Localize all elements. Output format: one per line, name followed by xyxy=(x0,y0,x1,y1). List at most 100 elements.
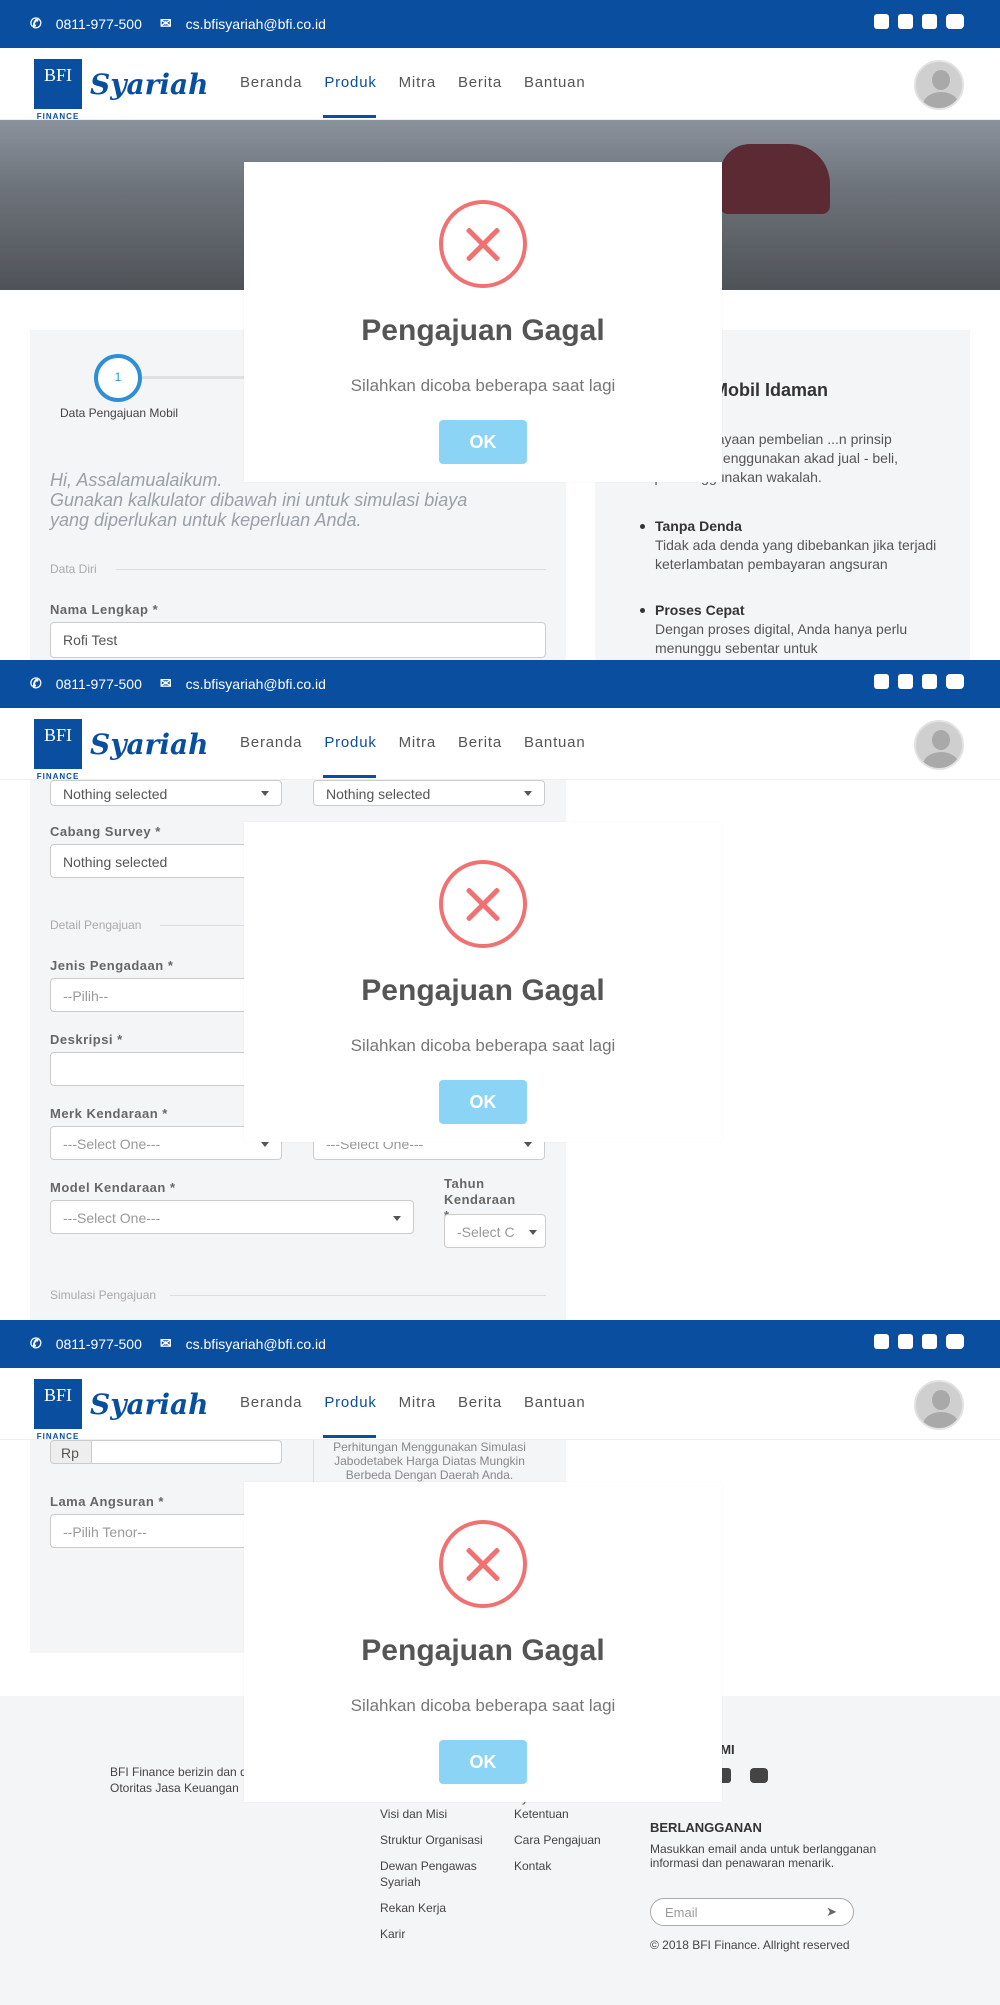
nav-bantuan[interactable]: Bantuan xyxy=(524,734,585,751)
nav-beranda[interactable]: Beranda xyxy=(240,1394,302,1411)
modal-ok-button[interactable]: OK xyxy=(439,1080,527,1124)
modal-title: Pengajuan Gagal xyxy=(361,1634,605,1667)
bfi-syariah-logo[interactable]: BFI FINANCE Syariah xyxy=(34,718,209,781)
footer-email-input[interactable]: Email ➤ xyxy=(650,1898,854,1926)
step-circle: 1 xyxy=(94,354,142,402)
youtube-icon[interactable] xyxy=(946,14,964,29)
send-icon[interactable]: ➤ xyxy=(826,1904,837,1920)
select-value: ---Select One--- xyxy=(63,1136,161,1152)
logo-finance-text: FINANCE xyxy=(36,772,80,781)
nav-produk[interactable]: Produk xyxy=(324,1394,376,1411)
error-modal: Pengajuan Gagal Silahkan dicoba beberapa… xyxy=(244,1482,722,1802)
facebook-icon[interactable] xyxy=(898,1334,913,1349)
jenis-label: Jenis Pengadaan * xyxy=(50,958,174,973)
nav-mitra[interactable]: Mitra xyxy=(399,734,436,751)
simulasi-note: Perhitungan Menggunakan Simulasi Jabodet… xyxy=(313,1440,545,1482)
error-x-icon xyxy=(439,860,527,948)
main-navbar: BFI FINANCE Syariah Beranda Produk Mitra … xyxy=(0,708,1000,781)
screen-section-3: Rp Perhitungan Menggunakan Simulasi Jabo… xyxy=(0,1320,1000,2005)
footer-link-visi[interactable]: Visi dan Misi xyxy=(380,1806,490,1822)
footer-link-struktur[interactable]: Struktur Organisasi xyxy=(380,1832,490,1848)
select-province[interactable]: Nothing selected xyxy=(50,780,282,806)
twitter-icon[interactable] xyxy=(922,14,937,29)
youtube-icon[interactable] xyxy=(946,674,964,689)
nav-bantuan[interactable]: Bantuan xyxy=(524,74,585,91)
tahun-select[interactable]: -Select C xyxy=(444,1214,546,1248)
nama-input[interactable]: Rofi Test xyxy=(50,622,546,658)
instagram-icon[interactable] xyxy=(874,14,889,29)
nama-label: Nama Lengkap * xyxy=(50,602,159,617)
footer-link-cara[interactable]: Cara Pengajuan xyxy=(514,1832,614,1848)
facebook-icon[interactable] xyxy=(898,674,913,689)
footer-link-karir[interactable]: Karir xyxy=(380,1926,490,1942)
deskripsi-label: Deskripsi * xyxy=(50,1032,123,1047)
footer-link-rekan[interactable]: Rekan Kerja xyxy=(380,1900,490,1916)
nav-active-indicator xyxy=(323,115,376,118)
footer-link-dewan[interactable]: Dewan Pengawas Syariah xyxy=(380,1858,490,1890)
error-modal: Pengajuan Gagal Silahkan dicoba beberapa… xyxy=(244,162,722,482)
phone-icon: ✆ xyxy=(30,675,42,691)
nav-active-indicator xyxy=(323,775,376,778)
car-image xyxy=(720,144,830,214)
email-address[interactable]: cs.bfisyariah@bfi.co.id xyxy=(186,16,326,32)
facebook-icon[interactable] xyxy=(898,14,913,29)
nav-mitra[interactable]: Mitra xyxy=(399,74,436,91)
footer-links-about: Visi dan Misi Struktur Organisasi Dewan … xyxy=(380,1806,490,1942)
modal-message: Silahkan dicoba beberapa saat lagi xyxy=(350,1036,616,1055)
bullet-icon xyxy=(640,608,645,613)
modal-ok-button[interactable]: OK xyxy=(439,1740,527,1784)
nav-active-indicator xyxy=(323,1435,376,1438)
nav-berita[interactable]: Berita xyxy=(458,1394,502,1411)
twitter-icon[interactable] xyxy=(922,1334,937,1349)
phone-number[interactable]: 0811-977-500 xyxy=(56,676,142,692)
bfi-syariah-logo[interactable]: BFI FINANCE Syariah xyxy=(34,58,209,121)
email-placeholder: Email xyxy=(665,1905,698,1920)
rp-addon: Rp xyxy=(50,1440,92,1464)
nav-produk[interactable]: Produk xyxy=(324,74,376,91)
benefit-proses-cepat-title: Proses Cepat xyxy=(655,602,745,618)
instagram-icon[interactable] xyxy=(874,1334,889,1349)
screen-section-2: Nothing selected Nothing selected Cabang… xyxy=(0,660,1000,1320)
section-simulasi: Simulasi Pengajuan xyxy=(50,1288,157,1302)
top-contact-bar: ✆ 0811-977-500 ✉ cs.bfisyariah@bfi.co.id xyxy=(0,0,1000,48)
benefit-proses-cepat-text: Dengan proses digital, Anda hanya perlu … xyxy=(655,621,908,656)
mail-icon: ✉ xyxy=(159,675,172,691)
logo-syariah-text: Syariah xyxy=(90,1387,209,1421)
footer-subscribe-text: Masukkan email anda untuk berlangganan i… xyxy=(650,1842,877,1870)
bfi-syariah-logo[interactable]: BFI FINANCE Syariah xyxy=(34,1378,209,1441)
lama-label: Lama Angsuran * xyxy=(50,1494,164,1509)
user-avatar[interactable] xyxy=(914,720,964,770)
modal-message: Silahkan dicoba beberapa saat lagi xyxy=(350,376,616,395)
model-label: Model Kendaraan * xyxy=(50,1180,176,1195)
phone-number[interactable]: 0811-977-500 xyxy=(56,1336,142,1352)
nav-berita[interactable]: Berita xyxy=(458,74,502,91)
email-address[interactable]: cs.bfisyariah@bfi.co.id xyxy=(186,1336,326,1352)
mail-icon: ✉ xyxy=(159,1335,172,1351)
logo-bfi-text: BFI xyxy=(43,725,72,745)
footer-link-kontak[interactable]: Kontak xyxy=(514,1858,614,1874)
youtube-icon[interactable] xyxy=(750,1768,768,1783)
youtube-icon[interactable] xyxy=(946,1334,964,1349)
footer-links-help: Syarat dan Ketentuan Cara Pengajuan Kont… xyxy=(514,1790,614,1874)
email-address[interactable]: cs.bfisyariah@bfi.co.id xyxy=(186,676,326,692)
error-x-icon xyxy=(439,1520,527,1608)
nav-mitra[interactable]: Mitra xyxy=(399,1394,436,1411)
instagram-icon[interactable] xyxy=(874,674,889,689)
twitter-icon[interactable] xyxy=(922,674,937,689)
user-avatar[interactable] xyxy=(914,60,964,110)
model-select[interactable]: ---Select One--- xyxy=(50,1200,414,1234)
benefit-tanpa-denda-text: Tidak ada denda yang dibebankan jika ter… xyxy=(655,537,937,572)
phone-number[interactable]: 0811-977-500 xyxy=(56,16,142,32)
greeting-text: Hi, Assalamualaikum. xyxy=(50,470,223,490)
user-avatar[interactable] xyxy=(914,1380,964,1430)
top-contact-bar: ✆ 0811-977-500 ✉ cs.bfisyariah@bfi.co.id xyxy=(0,1320,1000,1368)
select-value: Nothing selected xyxy=(63,854,168,870)
nav-produk[interactable]: Produk xyxy=(324,734,376,751)
harga-input[interactable] xyxy=(91,1440,282,1464)
nav-berita[interactable]: Berita xyxy=(458,734,502,751)
modal-ok-button[interactable]: OK xyxy=(439,420,527,464)
select-city[interactable]: Nothing selected xyxy=(313,780,545,806)
nav-beranda[interactable]: Beranda xyxy=(240,74,302,91)
nav-bantuan[interactable]: Bantuan xyxy=(524,1394,585,1411)
nav-beranda[interactable]: Beranda xyxy=(240,734,302,751)
